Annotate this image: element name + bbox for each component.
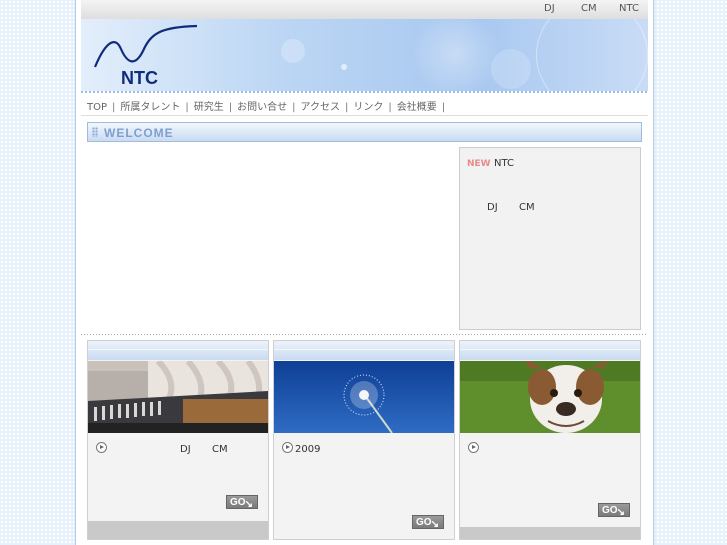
news-dj: DJ xyxy=(487,202,498,213)
go-button[interactable]: GO ↘ xyxy=(226,495,258,510)
nav-item-access[interactable]: アクセス xyxy=(301,102,341,113)
play-arrow-icon xyxy=(282,442,293,453)
section-divider xyxy=(81,334,648,335)
card-studio: DJ CM GO ↘ xyxy=(87,340,269,540)
nav-item-top[interactable]: TOP xyxy=(87,102,107,113)
nav-separator: | xyxy=(345,102,349,113)
top-bar: DJ CM NTC xyxy=(81,0,648,19)
card-header xyxy=(88,341,268,360)
nav-divider xyxy=(81,115,648,116)
topbar-ntc[interactable]: NTC xyxy=(619,3,639,14)
news-headline[interactable]: NTC xyxy=(494,158,514,169)
page-container: DJ CM NTC NTC TOP | 所属タレント | 研究生 | お問い合せ | アクセス |… xyxy=(75,0,654,545)
arrow-down-right-icon: ↘ xyxy=(616,507,625,518)
nav-item-contact[interactable]: お問い合せ xyxy=(237,102,287,113)
new-badge: NEW xyxy=(467,159,491,169)
nav-separator: | xyxy=(441,102,446,113)
card-dandelion: 2009 GO ↘ xyxy=(273,340,455,540)
card-year: 2009 xyxy=(295,444,321,455)
nav-item-talent[interactable]: 所属タレント xyxy=(120,102,180,113)
news-cm: CM xyxy=(519,202,535,213)
go-button[interactable]: GO ↘ xyxy=(598,503,630,518)
arrow-down-right-icon: ↘ xyxy=(244,499,253,510)
arrow-down-right-icon: ↘ xyxy=(430,519,439,530)
card-dj: DJ xyxy=(180,444,191,455)
news-panel: NEW NTC DJ CM xyxy=(459,147,641,330)
nav-item-company[interactable]: 会社概要 xyxy=(397,102,437,113)
banner-divider xyxy=(81,91,648,93)
play-arrow-icon xyxy=(468,442,479,453)
card-header xyxy=(460,341,640,360)
nav-item-trainee[interactable]: 研究生 xyxy=(194,102,224,113)
bulldog-photo xyxy=(460,361,640,433)
welcome-title: WELCOME xyxy=(104,126,174,140)
card-footer xyxy=(460,527,640,539)
nav-separator: | xyxy=(228,102,233,113)
nav-separator: | xyxy=(388,102,392,113)
nav-separator: | xyxy=(292,102,296,113)
card-footer xyxy=(88,521,268,539)
main-nav: TOP | 所属タレント | 研究生 | お問い合せ | アクセス | リンク | 会社概要 | xyxy=(87,98,450,113)
topbar-cm[interactable]: CM xyxy=(581,3,597,14)
header-banner: NTC xyxy=(81,19,648,93)
go-button[interactable]: GO ↘ xyxy=(412,515,444,530)
nav-separator: | xyxy=(112,102,116,113)
nav-item-links[interactable]: リンク xyxy=(353,102,383,113)
card-header xyxy=(274,341,454,360)
dots-icon xyxy=(92,127,98,137)
card-cm: CM xyxy=(212,444,228,455)
card-bulldog: GO ↘ xyxy=(459,340,641,540)
studio-photo xyxy=(88,361,268,433)
topbar-dj[interactable]: DJ xyxy=(544,3,555,14)
nav-separator: | xyxy=(185,102,189,113)
dandelion-photo xyxy=(274,361,454,433)
logo-wave-icon[interactable] xyxy=(91,23,201,73)
logo-text[interactable]: NTC xyxy=(121,68,158,89)
play-arrow-icon xyxy=(96,442,107,453)
welcome-header: WELCOME xyxy=(87,122,642,142)
